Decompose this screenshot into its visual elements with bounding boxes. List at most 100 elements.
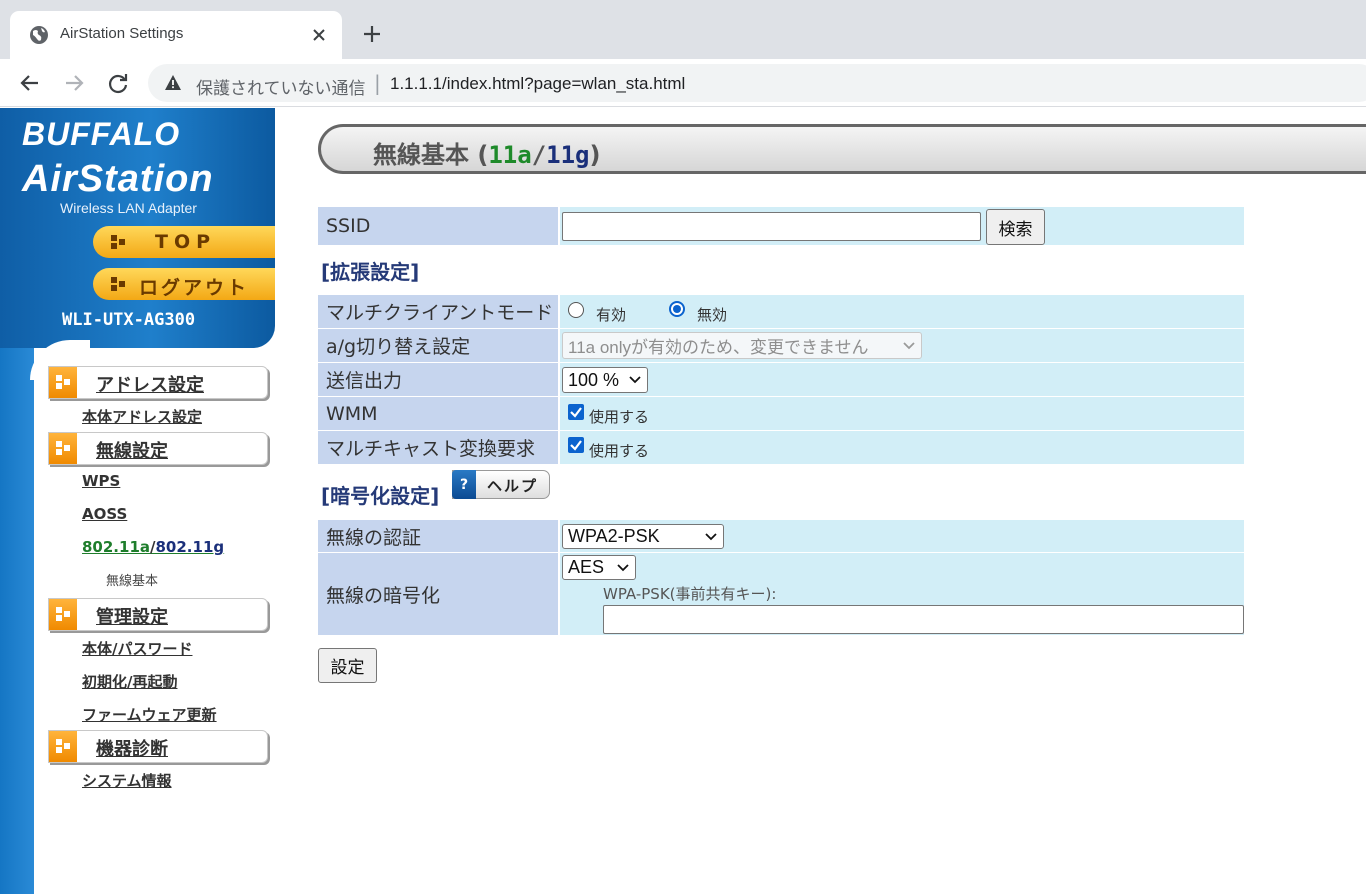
page-title-11a: 11a <box>488 141 532 169</box>
multiclient-row: マルチクライアントモード 有効 無効 <box>318 295 1244 328</box>
multiclient-on-radio[interactable] <box>568 302 584 318</box>
nav-section-diagnostics[interactable]: 機器診断 <box>48 730 268 763</box>
multiclient-off-label: 無効 <box>697 306 728 324</box>
multicast-checkbox[interactable] <box>568 437 584 453</box>
cipher-select-value: AES <box>568 557 605 577</box>
arrow-icon <box>111 235 125 249</box>
warning-icon[interactable] <box>164 74 182 92</box>
page-title-bar: 無線基本 (11a/11g) <box>318 124 1366 174</box>
checkmark-icon <box>570 440 582 451</box>
help-button-label: ヘルプ <box>487 477 539 495</box>
main-content: 無線基本 (11a/11g) SSID 検索 [拡張設定] マルチクライアントモ… <box>318 108 1366 894</box>
help-button[interactable]: ? ヘルプ <box>452 470 550 499</box>
nav-section-address[interactable]: アドレス設定 <box>48 366 268 399</box>
auth-select[interactable]: WPA2-PSK <box>562 524 724 549</box>
sidebar: BUFFALO AirStation Wireless LAN Adapter … <box>0 108 290 894</box>
tx-power-select-value: 100 % <box>568 369 620 390</box>
page-title-prefix: 無線基本 ( <box>373 141 489 169</box>
multicast-value-cell: 使用する <box>560 431 1244 464</box>
logout-button[interactable]: ログアウト <box>93 268 275 300</box>
url-separator: | <box>374 71 381 95</box>
ssid-label: SSID <box>318 207 558 245</box>
tab-title: AirStation Settings <box>60 25 184 42</box>
cipher-label: 無線の暗号化 <box>318 553 558 635</box>
sidebar-header: BUFFALO AirStation Wireless LAN Adapter … <box>0 108 275 348</box>
nav-link-11g: 802.11g <box>155 538 225 556</box>
cipher-value-cell: AES WPA-PSK(事前共有キー): <box>560 553 1244 635</box>
page-title-11g: 11g <box>546 141 590 169</box>
help-icon: ? <box>452 470 476 499</box>
reload-icon[interactable] <box>104 69 132 97</box>
cipher-row: 無線の暗号化 AES WPA-PSK(事前共有キー): <box>318 553 1244 635</box>
browser-tab[interactable]: AirStation Settings <box>10 11 342 59</box>
nav-section-label: 機器診断 <box>96 739 168 760</box>
new-tab-icon[interactable] <box>360 22 384 46</box>
browser-toolbar: 保護されていない通信 | 1.1.1.1/index.html?page=wla… <box>0 59 1366 107</box>
psk-label: WPA-PSK(事前共有キー): <box>603 585 777 603</box>
multiclient-on-label: 有効 <box>596 306 627 324</box>
ag-switch-value-cell: 11a onlyが有効のため、変更できません <box>560 329 1244 362</box>
chevron-down-icon <box>617 563 629 571</box>
close-tab-icon[interactable] <box>308 24 330 46</box>
top-button[interactable]: TOP <box>93 226 275 258</box>
extended-settings-heading: [拡張設定] <box>321 260 420 284</box>
product-subtitle: Wireless LAN Adapter <box>60 200 197 216</box>
tx-power-row: 送信出力 100 % <box>318 363 1244 396</box>
nav-section-label: 無線設定 <box>96 441 168 462</box>
multiclient-off-radio[interactable] <box>669 301 685 317</box>
chevron-down-icon <box>629 376 641 384</box>
ag-switch-row: a/g切り替え設定 11a onlyが有効のため、変更できません <box>318 329 1244 362</box>
nav-link-wireless-basic[interactable]: 無線基本 <box>106 570 158 589</box>
wmm-label: WMM <box>318 397 558 430</box>
wmm-checkbox-label: 使用する <box>589 408 650 426</box>
globe-icon <box>30 26 48 44</box>
nav-link-device-address[interactable]: 本体アドレス設定 <box>82 406 202 427</box>
multicast-label: マルチキャスト変換要求 <box>318 431 558 464</box>
psk-input[interactable] <box>603 605 1244 634</box>
ssid-row: SSID 検索 <box>318 207 1244 245</box>
back-arrow-icon[interactable] <box>16 69 44 97</box>
ag-switch-select: 11a onlyが有効のため、変更できません <box>562 332 922 359</box>
address-bar[interactable]: 保護されていない通信 | 1.1.1.1/index.html?page=wla… <box>148 64 1366 102</box>
ssid-input[interactable] <box>562 212 981 241</box>
ssid-search-button[interactable]: 検索 <box>986 209 1045 245</box>
section-arrow-icon <box>49 433 77 464</box>
nav-link-aoss[interactable]: AOSS <box>82 505 127 523</box>
model-name: WLI-UTX-AG300 <box>62 310 196 330</box>
nav-link-reset-reboot[interactable]: 初期化/再起動 <box>82 671 177 692</box>
cipher-select[interactable]: AES <box>562 555 636 580</box>
nav-section-management[interactable]: 管理設定 <box>48 598 268 631</box>
nav-link-11a: 802.11a <box>82 538 151 556</box>
nav-section-wireless[interactable]: 無線設定 <box>48 432 268 465</box>
wmm-value-cell: 使用する <box>560 397 1244 430</box>
not-secure-label: 保護されていない通信 <box>196 79 366 99</box>
nav-link-password[interactable]: 本体/パスワード <box>82 638 192 659</box>
encryption-settings-heading: [暗号化設定] <box>321 484 440 508</box>
submit-button[interactable]: 設定 <box>318 648 377 683</box>
section-arrow-icon <box>49 731 77 762</box>
page-title-suffix: ) <box>589 141 601 169</box>
multicast-checkbox-label: 使用する <box>589 442 650 460</box>
auth-row: 無線の認証 WPA2-PSK <box>318 520 1244 552</box>
section-arrow-icon <box>49 599 77 630</box>
nav-section-label: 管理設定 <box>96 607 168 628</box>
auth-value-cell: WPA2-PSK <box>560 520 1244 552</box>
checkmark-icon <box>570 407 582 418</box>
auth-label: 無線の認証 <box>318 520 558 552</box>
nav-link-firmware[interactable]: ファームウェア更新 <box>82 704 217 725</box>
ag-switch-select-value: 11a onlyが有効のため、変更できません <box>568 338 869 357</box>
forward-arrow-icon[interactable] <box>60 69 88 97</box>
sidebar-strip <box>0 338 34 894</box>
nav-link-system-info[interactable]: システム情報 <box>82 770 172 791</box>
arrow-icon <box>111 277 125 291</box>
page-title: 無線基本 (11a/11g) <box>373 135 600 170</box>
multicast-row: マルチキャスト変換要求 使用する <box>318 431 1244 464</box>
page-title-slash: / <box>531 141 547 169</box>
wmm-row: WMM 使用する <box>318 397 1244 430</box>
nav-link-wireless-mode[interactable]: 802.11a/802.11g <box>82 538 224 556</box>
nav-link-wps[interactable]: WPS <box>82 472 120 490</box>
tx-power-select[interactable]: 100 % <box>562 367 648 393</box>
nav-section-label: アドレス設定 <box>96 375 204 396</box>
ag-switch-label: a/g切り替え設定 <box>318 329 558 362</box>
wmm-checkbox[interactable] <box>568 404 584 420</box>
